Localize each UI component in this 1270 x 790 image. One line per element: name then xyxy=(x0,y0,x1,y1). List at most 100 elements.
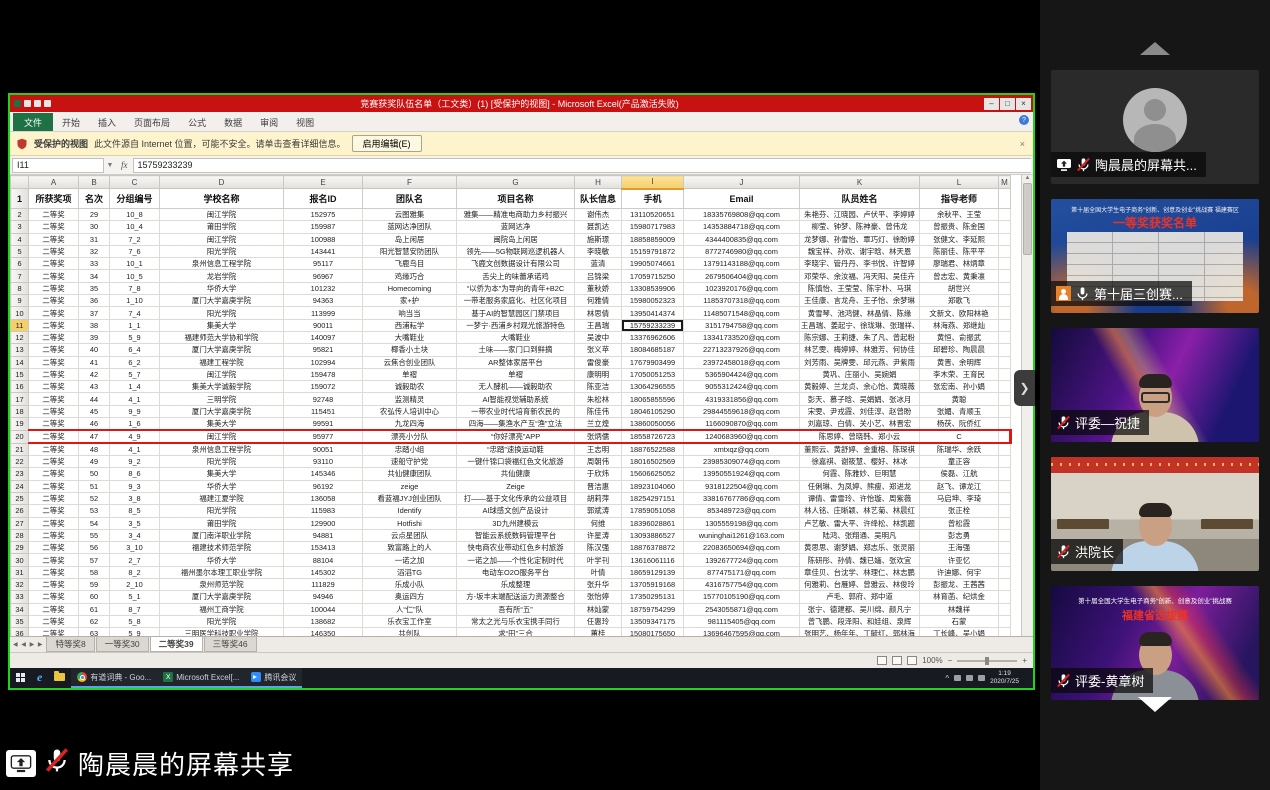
cell[interactable]: 阳光学院 xyxy=(160,505,284,517)
participant-tile-1[interactable]: 第十届全国大学生电子商务“创新、创意及创业”挑战赛 福建赛区一等奖获奖名单第十届… xyxy=(1051,199,1259,313)
cell[interactable]: 余秋平、王莹 xyxy=(920,209,999,221)
participant-tile-2[interactable]: 评委—祝捷 xyxy=(1051,328,1259,442)
fx-icon[interactable]: fx xyxy=(121,160,128,170)
table-row[interactable]: 26二等奖538_5阳光学院115983IdentifyAI球感文创产品设计郭斌… xyxy=(11,505,1011,517)
sheet-header-cell[interactable]: 项目名称 xyxy=(457,189,575,209)
cell[interactable]: 138682 xyxy=(284,615,363,627)
cell[interactable]: 厦门大学嘉庚学院 xyxy=(160,344,284,356)
cell[interactable]: 3_4 xyxy=(110,529,160,541)
cell[interactable]: 96967 xyxy=(284,270,363,282)
cell[interactable]: 36 xyxy=(79,295,110,307)
cell[interactable]: 施斯璟 xyxy=(575,233,622,245)
cell[interactable]: 黄晋、余明辉 xyxy=(920,356,999,368)
cell[interactable]: 17050051253 xyxy=(622,368,684,380)
cell[interactable]: 1_4 xyxy=(110,381,160,393)
cell[interactable]: 159072 xyxy=(284,381,363,393)
cell[interactable]: 响当当 xyxy=(363,307,457,319)
cell[interactable]: 140097 xyxy=(284,331,363,343)
cell[interactable]: 二等奖 xyxy=(29,209,79,221)
row-header-27[interactable]: 27 xyxy=(11,517,29,529)
cell[interactable]: 3151794758@qq.com xyxy=(684,319,800,331)
cell[interactable]: 张媚、青顺玉 xyxy=(920,405,999,417)
cell[interactable]: 1392677724@qq.com xyxy=(684,554,800,566)
cell[interactable]: 王海强 xyxy=(920,542,999,554)
cell[interactable]: 981115405@qq.com xyxy=(684,615,800,627)
cell[interactable]: 853489723@qq.com xyxy=(684,505,800,517)
cell[interactable]: 33 xyxy=(79,258,110,270)
cell[interactable]: 于欣炜 xyxy=(575,468,622,480)
table-row[interactable]: 35二等奖625_8阳光学院138682乐衣宝工作室常太之光与乐衣宝携手同行任惠… xyxy=(11,615,1011,627)
taskbar-clock[interactable]: 1:192020/7/25 xyxy=(990,670,1019,686)
cell[interactable]: 13616061116 xyxy=(622,554,684,566)
row-header-1[interactable]: 1 xyxy=(11,189,29,209)
cell[interactable]: 二等奖 xyxy=(29,443,79,456)
ribbon-tab-1[interactable]: 开始 xyxy=(53,113,89,131)
cell[interactable]: 8_6 xyxy=(110,468,160,480)
cell[interactable]: 大嘴鞋业 xyxy=(363,331,457,343)
cell[interactable]: 龙岩学院 xyxy=(160,270,284,282)
sheet-header-cell[interactable]: 学校名称 xyxy=(160,189,284,209)
cell[interactable]: 159478 xyxy=(284,368,363,380)
cell[interactable]: 文新文、欧阳林艳 xyxy=(920,307,999,319)
name-box[interactable]: I11 xyxy=(12,158,104,173)
ribbon-tab-5[interactable]: 数据 xyxy=(215,113,251,131)
cell[interactable]: 13705919168 xyxy=(622,579,684,591)
cell[interactable]: 章佳贝、台沈学、林理仁、林志鹏 xyxy=(800,566,920,578)
cell[interactable]: 877475171@qq.com xyxy=(684,566,800,578)
cell[interactable]: 10_4 xyxy=(110,221,160,233)
cell[interactable]: 陆鸿、张翔通、吴明凡 xyxy=(800,529,920,541)
cell[interactable]: 95117 xyxy=(284,258,363,270)
cell[interactable]: 许星涛 xyxy=(575,529,622,541)
sheet-header-cell[interactable]: 团队名 xyxy=(363,189,457,209)
cell[interactable]: 常太之光与乐衣宝携手同行 xyxy=(457,615,575,627)
cell[interactable]: 滔滔TG xyxy=(363,566,457,578)
cell[interactable]: 阳光学院 xyxy=(160,245,284,257)
cell[interactable]: 15606625052 xyxy=(622,468,684,480)
cell[interactable]: 董秋娇 xyxy=(575,282,622,294)
cell[interactable]: Homecoming xyxy=(363,282,457,294)
cell[interactable]: 马启坤、李琦 xyxy=(920,492,999,504)
table-row[interactable]: 2二等奖2910_8闽江学院152975云图雅集雅集——精准电商助力乡村振兴谢伟… xyxy=(11,209,1011,221)
cell[interactable]: 15759233239 xyxy=(622,319,684,331)
table-row[interactable]: 28二等奖553_4厦门南洋职业学院94881云点星团队智能云系统数码管理平台许… xyxy=(11,529,1011,541)
row-header-30[interactable]: 30 xyxy=(11,554,29,566)
cell[interactable]: 13308539906 xyxy=(622,282,684,294)
cell[interactable]: 9_2 xyxy=(110,456,160,468)
help-icon[interactable]: ? xyxy=(1019,115,1029,125)
column-header-G[interactable]: G xyxy=(457,176,575,189)
cell[interactable]: 刘芳雨、吴牌雯、邱元燕、尹紫雨 xyxy=(800,356,920,368)
row-header-31[interactable]: 31 xyxy=(11,566,29,578)
row-header-20[interactable]: 20 xyxy=(11,430,29,443)
sidebar-collapse-handle[interactable]: ❯ xyxy=(1014,370,1035,406)
table-row[interactable]: 21二等奖484_1泉州信息工程学院90051忠踏小组“忠踏”速换运动鞋王志明1… xyxy=(11,443,1011,456)
cell[interactable]: 二等奖 xyxy=(29,258,79,270)
cell[interactable]: 二等奖 xyxy=(29,603,79,615)
cell[interactable]: 忠踏小组 xyxy=(363,443,457,456)
cell[interactable]: 一键什锦口袋福红色文化旅游 xyxy=(457,456,575,468)
cell[interactable]: 诚毅助农 xyxy=(363,381,457,393)
cell[interactable]: “你好漂亮”APP xyxy=(457,430,575,443)
cell[interactable]: 西浦耘学 xyxy=(363,319,457,331)
cell[interactable]: 卢毛、郭府、郑中道 xyxy=(800,591,920,603)
cell[interactable]: Zeige xyxy=(457,480,575,492)
cell[interactable]: 人“仁”队 xyxy=(363,603,457,615)
cell[interactable]: 赵飞、谭龙江 xyxy=(920,480,999,492)
cell[interactable]: 10_8 xyxy=(110,209,160,221)
row-header-11[interactable]: 11 xyxy=(11,319,29,331)
cell[interactable]: 30 xyxy=(79,221,110,233)
table-row[interactable]: 13二等奖406_4厦门大学嘉庚学院95821椰香小土块土味——家门口到鲜摘张义… xyxy=(11,344,1011,356)
cell[interactable]: 四海——集渔水产互“渔”立法 xyxy=(457,418,575,431)
cell[interactable]: 领先——5G物联网巡逻机器人 xyxy=(457,245,575,257)
cell[interactable]: 曾松霞 xyxy=(920,517,999,529)
cell[interactable]: 二等奖 xyxy=(29,480,79,492)
cell[interactable]: 吴波中 xyxy=(575,331,622,343)
cell[interactable]: 许迪娜、何宇 xyxy=(920,566,999,578)
cell[interactable]: 张正栓 xyxy=(920,505,999,517)
cell[interactable]: 厦门大学嘉庚学院 xyxy=(160,405,284,417)
cell[interactable]: zeige xyxy=(363,480,457,492)
cell[interactable]: 8_5 xyxy=(110,505,160,517)
cell[interactable]: 二等奖 xyxy=(29,468,79,480)
cell[interactable]: 何维 xyxy=(575,517,622,529)
cell[interactable]: 徐嘉祺、谢筱慧、樱好、林冰 xyxy=(800,456,920,468)
sheet-tab-三等奖46[interactable]: 三等奖46 xyxy=(204,637,257,652)
